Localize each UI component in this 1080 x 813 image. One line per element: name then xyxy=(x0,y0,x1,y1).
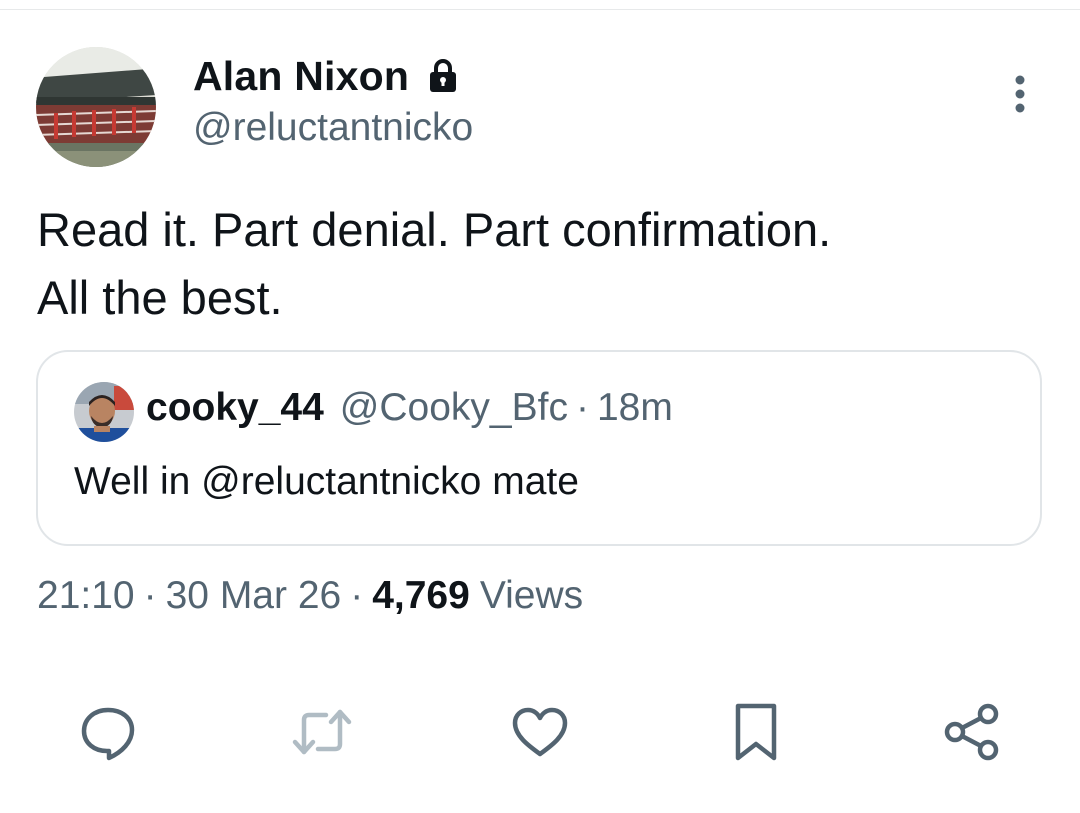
stadium-stand-photo xyxy=(36,47,156,167)
bookmark-icon xyxy=(735,703,777,761)
author-avatar[interactable] xyxy=(36,47,156,167)
more-options-icon[interactable] xyxy=(1002,70,1038,118)
quoted-tweet-text: Well in @reluctantnicko mate xyxy=(74,460,579,503)
quoted-tweet-card[interactable]: cooky_44 @Cooky_Bfc · 18m Well in @reluc… xyxy=(36,350,1042,546)
quoted-author-name: cooky_44 xyxy=(146,386,324,429)
tweet-time: 21:10 xyxy=(37,574,135,617)
retweet-icon xyxy=(292,709,352,755)
views-label[interactable]: Views xyxy=(480,574,583,618)
reply-icon xyxy=(81,707,135,761)
tweet-text-line: All the best. xyxy=(37,271,283,324)
author-handle[interactable]: @reluctantnicko xyxy=(193,106,473,150)
tweet-text: Read it. Part denial. Part confirmation.… xyxy=(37,196,1047,332)
author-name[interactable]: Alan Nixon xyxy=(193,53,409,100)
quoted-author-handle: @Cooky_Bfc xyxy=(339,386,568,429)
separator-dot: · xyxy=(350,574,364,617)
reply-button[interactable] xyxy=(76,700,140,764)
profile-photo xyxy=(74,382,134,442)
quoted-author-avatar xyxy=(74,382,134,442)
separator-dot: · xyxy=(143,574,157,617)
views-count[interactable]: 4,769 xyxy=(372,574,470,618)
like-button[interactable] xyxy=(508,700,572,764)
tweet-date: 30 Mar 26 xyxy=(165,574,342,617)
lock-icon xyxy=(427,58,459,94)
quoted-timestamp: 18m xyxy=(596,386,673,429)
heart-icon xyxy=(512,707,568,757)
tweet-text-line: Read it. Part denial. Part confirmation. xyxy=(37,203,832,256)
divider xyxy=(0,9,1080,10)
bookmark-button[interactable] xyxy=(724,700,788,764)
quoted-header: cooky_44 @Cooky_Bfc · 18m xyxy=(146,386,673,430)
share-button[interactable] xyxy=(940,700,1004,764)
retweet-button[interactable] xyxy=(290,700,354,764)
share-icon xyxy=(944,703,999,761)
tweet-detail: Alan Nixon @reluctantnicko Read it. Part… xyxy=(0,0,1080,813)
separator-dot: · xyxy=(575,386,589,429)
author-name-row: Alan Nixon xyxy=(193,50,459,102)
tweet-meta: 21:10 · 30 Mar 26 · 4,769 Views xyxy=(37,574,583,618)
action-bar xyxy=(0,700,1080,772)
